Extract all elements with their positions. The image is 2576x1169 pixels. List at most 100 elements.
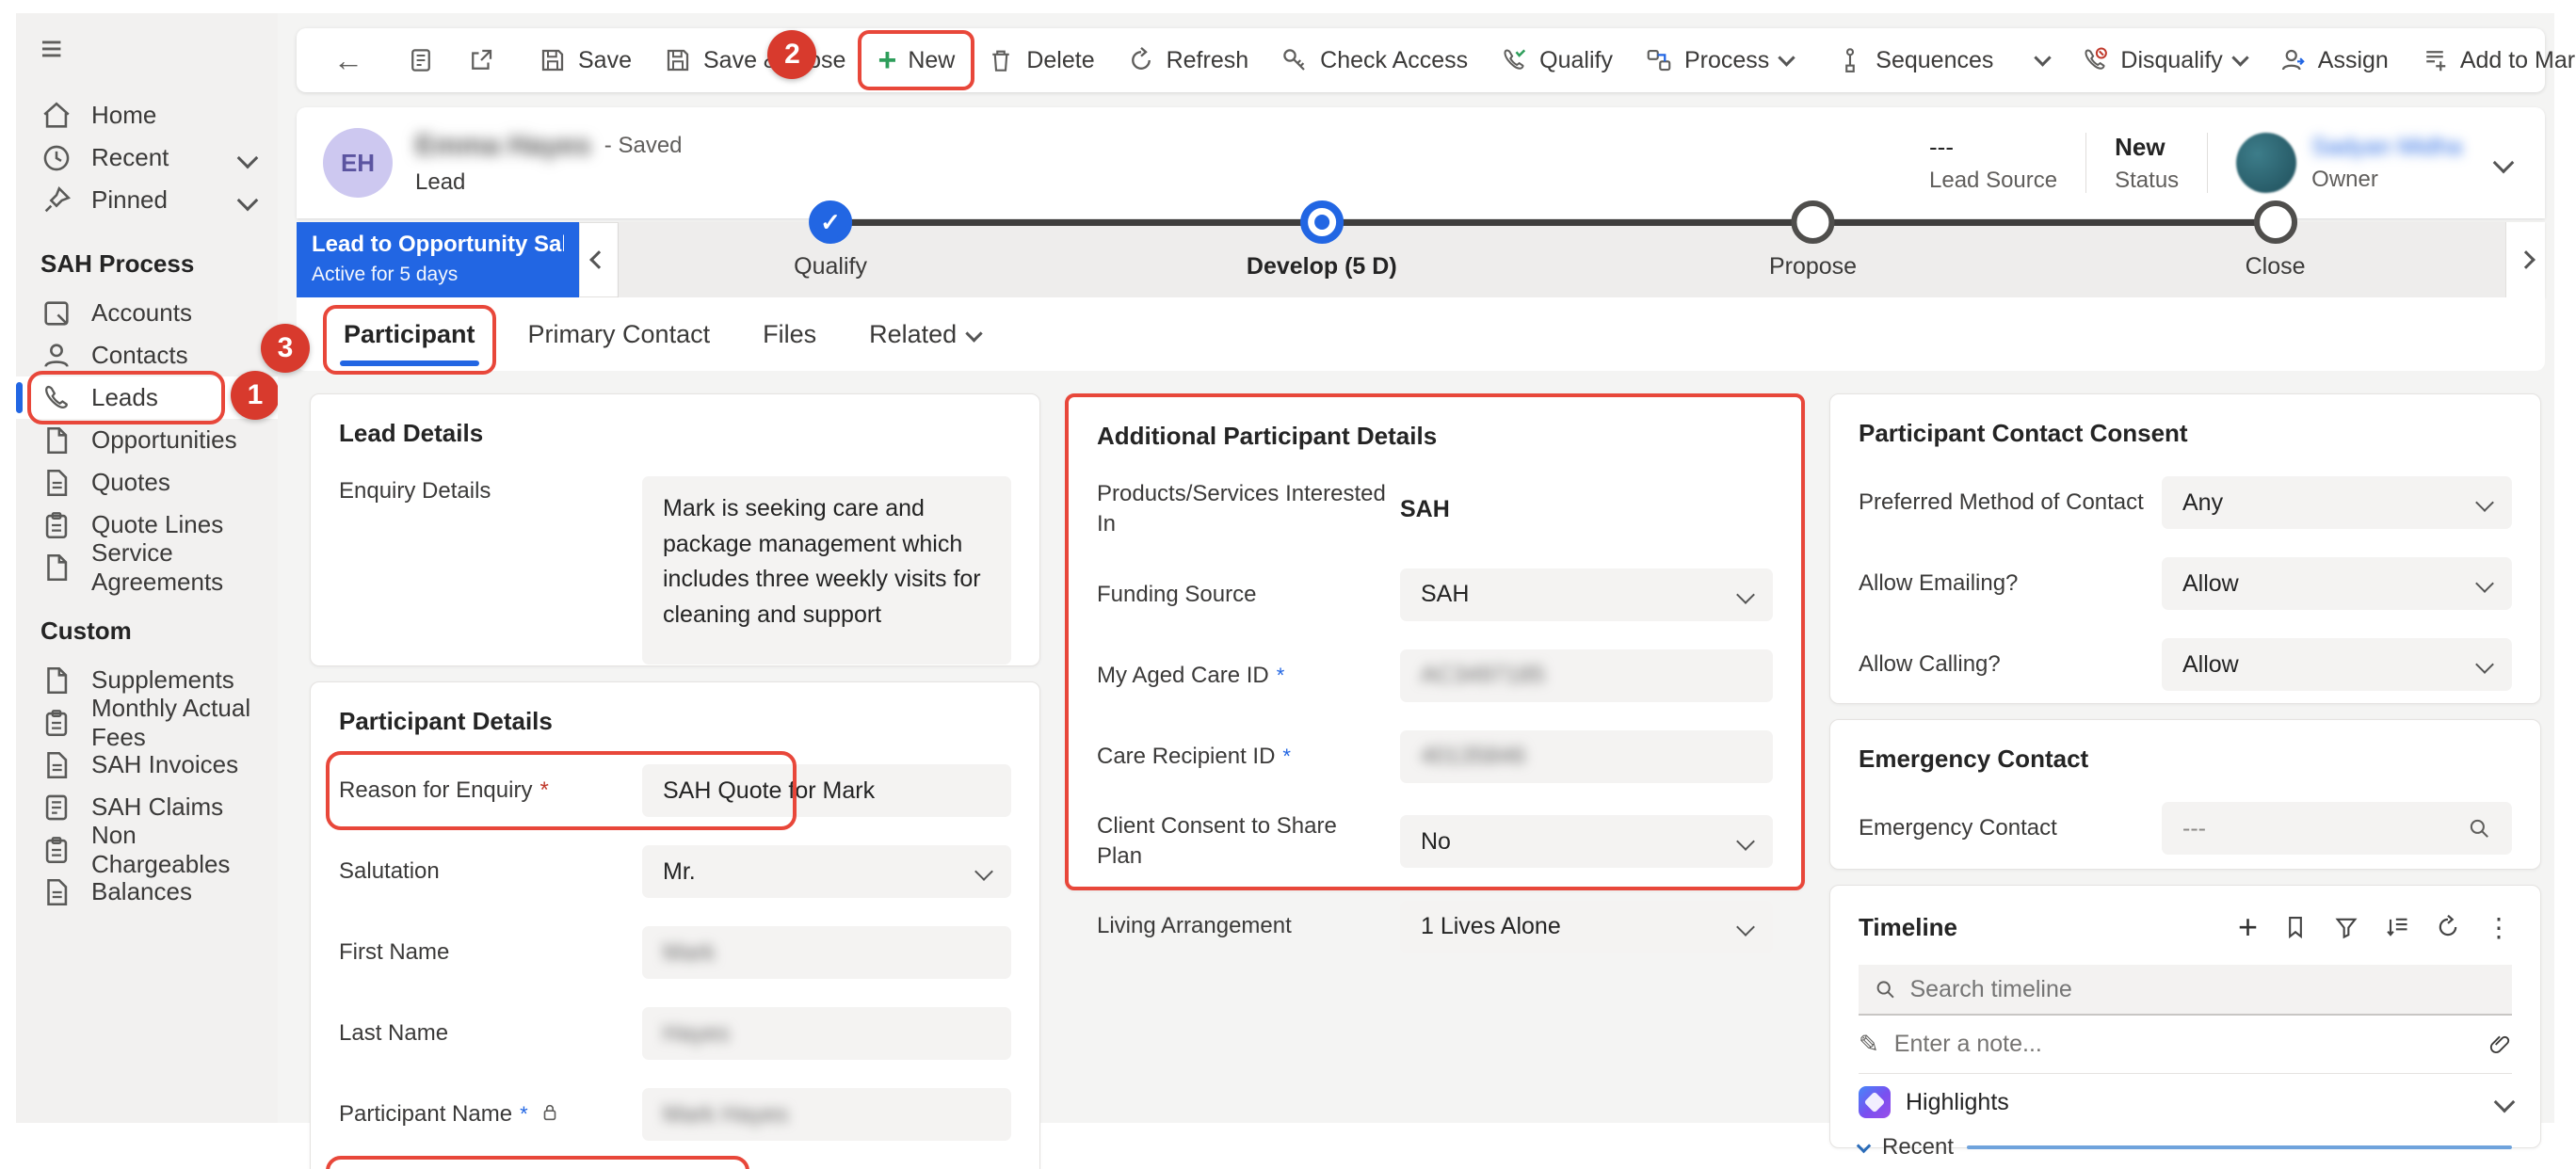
- bookmark-icon[interactable]: [2282, 914, 2309, 940]
- last-name-input[interactable]: Hayes: [642, 1007, 1011, 1060]
- living-arrangement-select[interactable]: 1 Lives Alone: [1400, 901, 1773, 953]
- process-scroll-left-button[interactable]: [579, 222, 619, 297]
- monthly-actual-fees-icon: [40, 707, 72, 739]
- annotation-badge-1: 1: [231, 371, 278, 420]
- process-stage-qualify[interactable]: ✓ Qualify: [794, 222, 867, 280]
- popout-icon: [467, 46, 495, 74]
- sah-invoices-icon: [40, 749, 72, 781]
- process-stage-develop[interactable]: Develop (5 D): [1247, 222, 1397, 280]
- sidebar-item-monthly-actual-fees[interactable]: Monthly Actual Fees: [16, 701, 278, 744]
- tab-participant[interactable]: Participant: [344, 320, 475, 349]
- non-chargeables-icon: [40, 834, 72, 866]
- plus-icon: +: [877, 44, 896, 76]
- section-title: Additional Participant Details: [1097, 422, 1773, 451]
- chevron-down-icon[interactable]: [237, 189, 259, 211]
- participant-name-input[interactable]: Mark Hayes: [642, 1088, 1011, 1141]
- care-recipient-id-input[interactable]: 40135846: [1400, 730, 1773, 783]
- emergency-contact-lookup[interactable]: ---: [2162, 802, 2512, 855]
- assign-button[interactable]: Assign: [2262, 36, 2405, 85]
- client-consent-select[interactable]: No: [1400, 815, 1773, 868]
- chevron-down-icon[interactable]: [237, 147, 259, 168]
- delete-button[interactable]: Delete: [971, 36, 1110, 85]
- field-label: Enquiry Details: [339, 476, 642, 506]
- saved-status: - Saved: [604, 133, 683, 159]
- chevron-down-icon: [974, 862, 993, 881]
- check-access-button[interactable]: Check Access: [1264, 36, 1484, 85]
- sidebar-item-home[interactable]: Home: [16, 94, 278, 136]
- sort-icon[interactable]: [2384, 914, 2410, 940]
- enquiry-details-textarea[interactable]: Mark is seeking care and package managem…: [642, 476, 1011, 665]
- hamburger-menu-icon[interactable]: ≡: [16, 13, 278, 68]
- process-stage-close[interactable]: Close: [2246, 222, 2306, 280]
- enter-note-row[interactable]: ✎ Enter a note...: [1859, 1016, 2512, 1074]
- stage-future-icon: [2254, 200, 2297, 244]
- timeline-search-input[interactable]: [1909, 976, 2497, 1003]
- sidebar-item-recent[interactable]: Recent: [16, 136, 278, 179]
- chevron-down-icon[interactable]: [2493, 152, 2515, 174]
- chevron-down-icon: [1857, 1138, 1872, 1153]
- sidebar-item-sah-invoices[interactable]: SAH Invoices: [16, 744, 278, 786]
- sidebar-item-label: SAH Claims: [91, 793, 223, 822]
- sidebar-item-opportunities[interactable]: Opportunities: [16, 419, 278, 461]
- sidebar-item-service-agreements[interactable]: Service Agreements: [16, 546, 278, 588]
- funding-source-select[interactable]: SAH: [1400, 568, 1773, 621]
- popout-button[interactable]: [451, 36, 511, 85]
- allow-emailing-select[interactable]: Allow: [2162, 557, 2512, 610]
- sequences-dropdown-button[interactable]: [2021, 36, 2065, 85]
- filter-icon[interactable]: [2333, 914, 2359, 940]
- refresh-icon[interactable]: [2435, 914, 2461, 940]
- accounts-icon: [40, 297, 72, 329]
- recent-group-row[interactable]: Recent: [1859, 1134, 2512, 1161]
- process-stage-propose[interactable]: Propose: [1769, 222, 1857, 280]
- person-assign-icon: [2278, 46, 2307, 74]
- sidebar-item-quotes[interactable]: Quotes: [16, 461, 278, 504]
- entity-type-label: Lead: [415, 169, 683, 196]
- more-options-icon[interactable]: ⋮: [2486, 912, 2512, 943]
- reason-for-enquiry-input[interactable]: SAH Quote for Mark: [642, 764, 1011, 817]
- service-agreements-icon: [40, 552, 72, 584]
- owner-stat[interactable]: Sadyan Midha Owner: [2208, 133, 2490, 193]
- save-icon: [539, 46, 567, 74]
- salutation-select[interactable]: Mr.: [642, 845, 1011, 898]
- section-title: Timeline: [1859, 913, 1957, 942]
- add-to-marketing-list-button[interactable]: Add to Marketing List: [2405, 36, 2576, 85]
- process-scroll-right-button[interactable]: [2505, 222, 2545, 297]
- pencil-icon: ✎: [1859, 1030, 1879, 1059]
- sidebar-item-accounts[interactable]: Accounts: [16, 292, 278, 334]
- allow-calling-select[interactable]: Allow: [2162, 638, 2512, 691]
- owner-avatar: [2236, 133, 2296, 193]
- paperclip-icon[interactable]: [2487, 1033, 2512, 1057]
- first-name-input[interactable]: Mark: [642, 926, 1011, 979]
- refresh-button[interactable]: Refresh: [1111, 36, 1265, 85]
- sidebar-item-pinned[interactable]: Pinned: [16, 179, 278, 221]
- sidebar-item-contacts[interactable]: Contacts: [16, 334, 278, 376]
- tab-primary-contact[interactable]: Primary Contact: [528, 320, 711, 349]
- save-and-close-button[interactable]: Save & Close 2: [648, 36, 861, 85]
- sidebar-item-leads[interactable]: Leads 1: [16, 376, 278, 419]
- leads-icon: [40, 382, 72, 414]
- lead-source-stat: --- Lead Source: [1901, 133, 2085, 194]
- timeline-add-icon[interactable]: +: [2238, 910, 2258, 944]
- preferred-method-select[interactable]: Any: [2162, 476, 2512, 529]
- active-stage-box[interactable]: Lead to Opportunity Sal... Active for 5 …: [297, 222, 579, 297]
- save-close-icon: [664, 46, 692, 74]
- new-button[interactable]: + New: [861, 36, 971, 85]
- highlights-row[interactable]: Highlights: [1859, 1074, 2512, 1130]
- save-button[interactable]: Save: [523, 36, 648, 85]
- timeline-search[interactable]: [1859, 965, 2512, 1016]
- back-button[interactable]: ←: [317, 36, 379, 85]
- form-content: Lead Details Enquiry Details Mark is see…: [297, 378, 2545, 1123]
- qualify-button[interactable]: Qualify: [1484, 36, 1629, 85]
- field-preferred-method: Preferred Method of Contact Any: [1859, 476, 2512, 529]
- sidebar-item-label: SAH Invoices: [91, 750, 238, 779]
- process-menu-button[interactable]: Process: [1629, 36, 1809, 85]
- my-aged-care-id-input[interactable]: AC3497185: [1400, 649, 1773, 702]
- disqualify-menu-button[interactable]: Disqualify: [2065, 36, 2262, 85]
- form-selector-button[interactable]: [391, 36, 451, 85]
- tab-files[interactable]: Files: [763, 320, 816, 349]
- sequences-button[interactable]: Sequences: [1820, 36, 2009, 85]
- sidebar-item-non-chargeables[interactable]: Non Chargeables: [16, 828, 278, 871]
- sidebar-item-balances[interactable]: Balances: [16, 871, 278, 913]
- tab-related[interactable]: Related: [869, 320, 980, 349]
- search-icon: [1874, 977, 1896, 1001]
